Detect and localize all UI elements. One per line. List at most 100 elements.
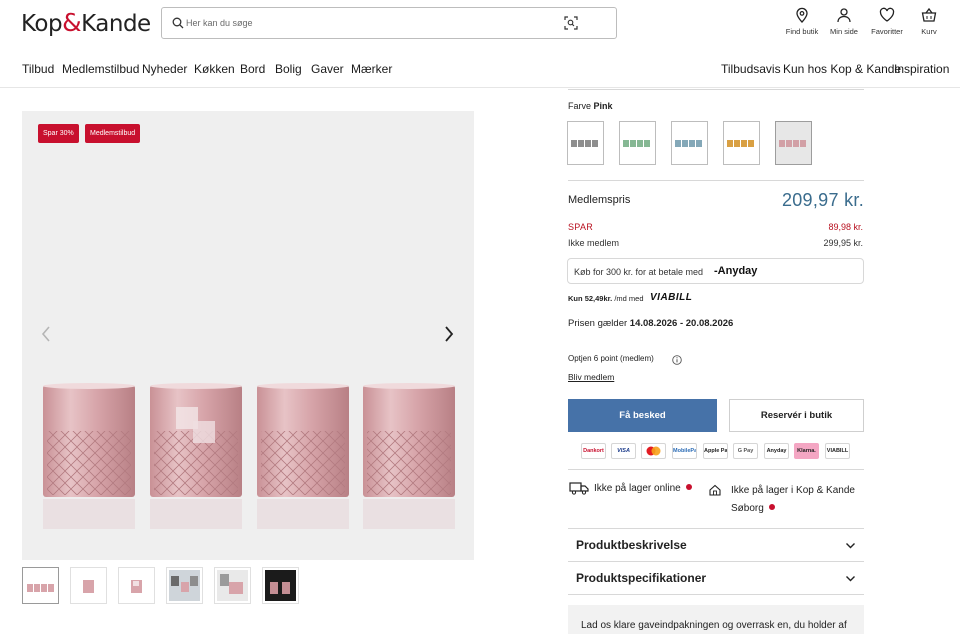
glass-3 bbox=[257, 383, 349, 529]
nav-item-tilbudsavis[interactable]: Tilbudsavis bbox=[721, 62, 781, 76]
payment-applepay-icon: Apple Pay bbox=[703, 443, 728, 459]
online-stock-text: Ikke på lager online bbox=[594, 483, 681, 494]
payment-anyday-icon: Anyday bbox=[764, 443, 789, 459]
search-icon bbox=[172, 17, 184, 29]
glass-4 bbox=[363, 383, 455, 529]
become-member-link[interactable]: Bliv medlem bbox=[568, 372, 614, 382]
color-value: Pink bbox=[593, 101, 613, 111]
accordion-title: Produktbeskrivelse bbox=[576, 538, 687, 552]
basket-icon bbox=[921, 7, 937, 22]
nav-item-bolig[interactable]: Bolig bbox=[275, 62, 302, 76]
site-header: Kop&Kande Find butik Min side Favoritter… bbox=[0, 0, 960, 88]
swatch-grey[interactable] bbox=[567, 121, 604, 165]
chevron-down-icon bbox=[846, 576, 855, 582]
image-search-icon[interactable] bbox=[564, 16, 578, 30]
gift-wrapping-text: Lad os klare gaveindpakningen og overras… bbox=[581, 620, 847, 631]
payment-klarna-icon: Klarna. bbox=[794, 443, 819, 459]
anyday-text: Køb for 300 kr. for at betale med bbox=[574, 267, 704, 277]
heart-icon bbox=[879, 7, 895, 22]
out-of-stock-dot bbox=[768, 504, 775, 510]
thumbnail-4[interactable] bbox=[166, 567, 203, 604]
notify-me-button[interactable]: Få besked bbox=[568, 399, 717, 432]
swatch-blue[interactable] bbox=[671, 121, 708, 165]
viabill-suffix: /md med bbox=[614, 294, 644, 303]
next-image-arrow-icon[interactable] bbox=[442, 324, 456, 344]
price-period: Prisen gælder 14.08.2026 - 20.08.2026 bbox=[568, 318, 733, 329]
info-icon[interactable] bbox=[672, 355, 682, 365]
nav-item-bord[interactable]: Bord bbox=[240, 62, 265, 76]
store-house-icon bbox=[709, 484, 721, 496]
logo[interactable]: Kop&Kande bbox=[21, 8, 151, 37]
search-bar[interactable] bbox=[161, 7, 617, 39]
save-label: SPAR bbox=[568, 222, 594, 232]
logo-text-left: Kop bbox=[21, 11, 63, 37]
viabill-logo: VIABILL bbox=[650, 292, 693, 303]
accordion-product-specifications[interactable]: Produktspecifikationer bbox=[568, 561, 864, 594]
thumbnail-6[interactable] bbox=[262, 567, 299, 604]
accordion-product-description[interactable]: Produktbeskrivelse bbox=[568, 528, 864, 561]
payment-viabill-icon: VIABILL bbox=[825, 443, 850, 459]
nav-item-gaver[interactable]: Gaver bbox=[311, 62, 344, 76]
glass-1 bbox=[43, 383, 135, 529]
product-image-gallery[interactable]: Spar 30% Medlemstilbud bbox=[22, 111, 474, 560]
thumbnail-5[interactable] bbox=[214, 567, 251, 604]
member-price-label: Medlemspris bbox=[568, 194, 631, 206]
chevron-down-icon bbox=[846, 543, 855, 549]
swatch-amber[interactable] bbox=[723, 121, 760, 165]
accordion-title: Produktspecifikationer bbox=[576, 571, 707, 585]
member-offer-badge: Medlemstilbud bbox=[85, 124, 141, 143]
logo-ampersand: & bbox=[62, 8, 82, 37]
favorites-label: Favoritter bbox=[871, 27, 903, 36]
previous-image-arrow-icon[interactable] bbox=[39, 324, 53, 344]
reserve-in-store-button[interactable]: Reservér i butik bbox=[729, 399, 864, 432]
color-label: Farve Pink bbox=[568, 101, 613, 111]
product-photo bbox=[43, 383, 455, 529]
color-label-text: Farve bbox=[568, 101, 592, 111]
nav-item-nyheder[interactable]: Nyheder bbox=[142, 62, 187, 76]
nav-item-medlemstilbud[interactable]: Medlemstilbud bbox=[62, 62, 139, 76]
store-stock-text[interactable]: Ikke på lager i Kop & Kande Søborg bbox=[731, 485, 855, 514]
nav-item-kun-hos[interactable]: Kun hos Kop & Kande bbox=[783, 62, 901, 76]
nav-item-tilbud[interactable]: Tilbud bbox=[22, 62, 54, 76]
anyday-info-box: Køb for 300 kr. for at betale med -Anyda… bbox=[567, 258, 864, 284]
anyday-logo: -Anyday bbox=[714, 265, 758, 277]
payment-googlepay-icon: G Pay bbox=[733, 443, 758, 459]
user-icon bbox=[837, 8, 851, 23]
payment-mobilepay-icon: MobilePay bbox=[672, 443, 697, 459]
payment-dankort-icon: Dankort bbox=[581, 443, 606, 459]
logo-text-right: Kande bbox=[81, 11, 151, 37]
non-member-label: Ikke medlem bbox=[568, 238, 620, 248]
payments-divider bbox=[568, 469, 864, 470]
delivery-truck-icon bbox=[569, 482, 589, 495]
basket-button[interactable]: Kurv bbox=[904, 7, 954, 36]
payment-mastercard-icon bbox=[641, 443, 666, 459]
out-of-stock-dot bbox=[685, 484, 692, 490]
thumbnail-3[interactable] bbox=[118, 567, 155, 604]
nav-item-maerker[interactable]: Mærker bbox=[351, 62, 392, 76]
nav-item-kokken[interactable]: Køkken bbox=[194, 62, 235, 76]
glass-2 bbox=[150, 383, 242, 529]
points-text: Optjen 6 point (medlem) bbox=[568, 354, 654, 363]
member-price: 209,97 kr. bbox=[781, 190, 864, 210]
non-member-price: 299,95 kr. bbox=[823, 238, 863, 248]
viabill-amount: 52,49kr. bbox=[584, 294, 613, 303]
nav-item-inspiration[interactable]: Inspiration bbox=[894, 62, 949, 76]
thumbnail-2[interactable] bbox=[70, 567, 107, 604]
gift-wrapping-box: Lad os klare gaveindpakningen og overras… bbox=[568, 605, 864, 634]
accordion-bottom-divider bbox=[568, 594, 864, 595]
payment-visa-icon: VISA bbox=[611, 443, 636, 459]
price-period-label: Prisen gælder bbox=[568, 318, 628, 329]
swatch-pink[interactable] bbox=[775, 121, 812, 165]
online-stock-status: Ikke på lager online bbox=[569, 481, 692, 498]
thumbnail-1[interactable] bbox=[22, 567, 59, 604]
swatch-green[interactable] bbox=[619, 121, 656, 165]
search-input[interactable] bbox=[186, 14, 546, 32]
basket-label: Kurv bbox=[921, 27, 937, 36]
anyday-brand: Anyday bbox=[717, 265, 758, 277]
price-period-dates: 14.08.2026 - 20.08.2026 bbox=[629, 318, 734, 329]
top-divider bbox=[568, 89, 864, 90]
save-value: 89,98 kr. bbox=[828, 222, 863, 232]
discount-badge: Spar 30% bbox=[38, 124, 79, 143]
location-pin-icon bbox=[796, 7, 808, 23]
my-page-label: Min side bbox=[830, 27, 858, 36]
